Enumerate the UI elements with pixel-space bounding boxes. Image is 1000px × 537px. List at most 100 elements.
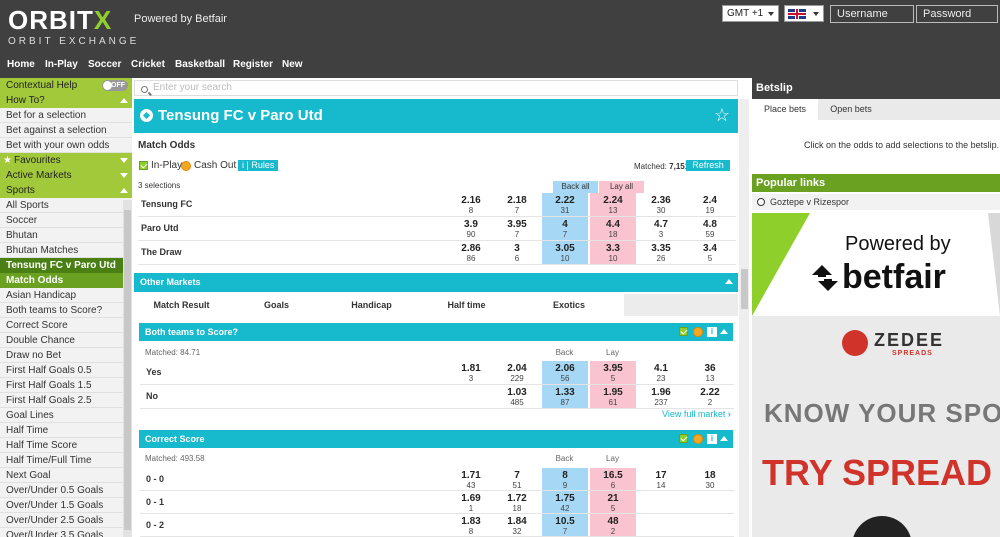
sidebar-scrollbar[interactable] bbox=[123, 200, 132, 537]
nav-new[interactable]: New bbox=[282, 59, 303, 70]
lay-odds-cell[interactable] bbox=[638, 491, 684, 513]
nav-cricket[interactable]: Cricket bbox=[131, 59, 165, 70]
sports-header[interactable]: Sports bbox=[0, 183, 132, 198]
sidebar-item-market[interactable]: Double Chance bbox=[0, 333, 132, 348]
sidebar-item-market[interactable]: Next Goal bbox=[0, 468, 132, 483]
sidebar-item-event[interactable]: Tensung FC v Paro Utd bbox=[0, 258, 132, 273]
back-odds-cell[interactable]: 3.95 7 bbox=[494, 217, 540, 240]
nav-register[interactable]: Register bbox=[233, 59, 273, 70]
sidebar-item-bhutan[interactable]: Bhutan bbox=[0, 228, 132, 243]
back-odds-cell[interactable]: 7 51 bbox=[494, 468, 540, 490]
sidebar-item-all-sports[interactable]: All Sports bbox=[0, 198, 132, 213]
lay-odds-cell[interactable]: 1.96 237 bbox=[638, 385, 684, 408]
active-markets-header[interactable]: Active Markets bbox=[0, 168, 132, 183]
back-odds-cell[interactable]: 1.75 42 bbox=[542, 491, 588, 513]
back-odds-cell[interactable]: 1.81 3 bbox=[448, 361, 494, 384]
lay-odds-cell[interactable]: 4.1 23 bbox=[638, 361, 684, 384]
contextual-help-row[interactable]: Contextual Help OFF bbox=[0, 78, 132, 93]
view-full-market-link[interactable]: View full market › bbox=[662, 409, 731, 419]
info-icon[interactable]: i bbox=[707, 327, 717, 337]
lay-odds-cell[interactable]: 1.95 61 bbox=[590, 385, 636, 408]
sidebar-item-market[interactable]: Asian Handicap bbox=[0, 288, 132, 303]
back-odds-cell[interactable]: 2.04 229 bbox=[494, 361, 540, 384]
sidebar-item-market[interactable]: Half Time Score bbox=[0, 438, 132, 453]
sidebar-item-market[interactable]: Draw no Bet bbox=[0, 348, 132, 363]
lay-odds-cell[interactable]: 4.8 59 bbox=[687, 217, 733, 240]
username-input[interactable] bbox=[830, 5, 914, 23]
timezone-select[interactable]: GMT +1 bbox=[722, 5, 779, 22]
favourites-header[interactable]: ★ Favourites bbox=[0, 153, 132, 168]
lay-odds-cell[interactable]: 3.3 10 bbox=[590, 241, 636, 264]
sidebar-item-market[interactable]: First Half Goals 2.5 bbox=[0, 393, 132, 408]
lay-odds-cell[interactable]: 48 2 bbox=[590, 514, 636, 536]
sidebar-item-bet-against[interactable]: Bet against a selection bbox=[0, 123, 132, 138]
sidebar-item-own-odds[interactable]: Bet with your own odds bbox=[0, 138, 132, 153]
back-odds-cell[interactable]: 3.05 10 bbox=[542, 241, 588, 264]
info-icon[interactable]: i bbox=[707, 434, 717, 444]
other-markets-bar[interactable]: Other Markets bbox=[134, 273, 738, 292]
lay-odds-cell[interactable]: 4.4 18 bbox=[590, 217, 636, 240]
btts-bar[interactable]: Both teams to Score? i bbox=[139, 323, 733, 341]
back-odds-cell[interactable]: 2.16 8 bbox=[448, 193, 494, 216]
back-odds-cell[interactable]: 2.86 86 bbox=[448, 241, 494, 264]
back-odds-cell[interactable]: 1.71 43 bbox=[448, 468, 494, 490]
tab-goals[interactable]: Goals bbox=[229, 294, 324, 316]
search-input[interactable]: Enter your search bbox=[134, 80, 738, 96]
favourite-star-icon[interactable]: ☆ bbox=[714, 105, 730, 125]
scrollbar-thumb[interactable] bbox=[741, 269, 748, 309]
sidebar-item-market[interactable]: Half Time bbox=[0, 423, 132, 438]
back-odds-cell[interactable] bbox=[448, 385, 494, 408]
tab-half-time[interactable]: Half time bbox=[419, 294, 514, 316]
password-input[interactable] bbox=[916, 5, 998, 23]
sidebar-item-market[interactable]: Goal Lines bbox=[0, 408, 132, 423]
tab-match-result[interactable]: Match Result bbox=[134, 294, 229, 316]
sidebar-item-market[interactable]: Over/Under 1.5 Goals bbox=[0, 498, 132, 513]
sidebar-item-market[interactable]: First Half Goals 0.5 bbox=[0, 363, 132, 378]
nav-soccer[interactable]: Soccer bbox=[88, 59, 121, 70]
lay-odds-cell[interactable]: 2.36 30 bbox=[638, 193, 684, 216]
lay-odds-cell[interactable]: 2.4 19 bbox=[687, 193, 733, 216]
orbit-logo[interactable]: ORBITX ORBIT EXCHANGE bbox=[8, 6, 139, 47]
sidebar-item-market[interactable]: Both teams to Score? bbox=[0, 303, 132, 318]
tab-open-bets[interactable]: Open bets bbox=[818, 99, 884, 120]
back-odds-cell[interactable]: 3.9 90 bbox=[448, 217, 494, 240]
how-to-header[interactable]: How To? bbox=[0, 93, 132, 108]
sidebar-item-match-odds[interactable]: Match Odds bbox=[0, 273, 132, 288]
nav-basketball[interactable]: Basketball bbox=[175, 59, 225, 70]
tab-exotics[interactable]: Exotics bbox=[514, 294, 624, 316]
lay-odds-cell[interactable] bbox=[687, 514, 733, 536]
lay-odds-cell[interactable]: 18 30 bbox=[687, 468, 733, 490]
lay-odds-cell[interactable]: 2.24 13 bbox=[590, 193, 636, 216]
rules-button[interactable]: i | Rules bbox=[238, 160, 279, 171]
sidebar-item-market[interactable]: Over/Under 0.5 Goals bbox=[0, 483, 132, 498]
back-odds-cell[interactable]: 2.18 7 bbox=[494, 193, 540, 216]
lay-odds-cell[interactable]: 3.35 26 bbox=[638, 241, 684, 264]
sidebar-item-bhutan-matches[interactable]: Bhutan Matches bbox=[0, 243, 132, 258]
back-odds-cell[interactable]: 1.72 18 bbox=[494, 491, 540, 513]
lay-odds-cell[interactable] bbox=[638, 514, 684, 536]
sidebar-item-market[interactable]: Half Time/Full Time bbox=[0, 453, 132, 468]
zedee-ad[interactable]: ZEDEE SPREADS KNOW YOUR SPORT TRY SPREAD bbox=[752, 316, 1000, 537]
back-odds-cell[interactable]: 89 bbox=[542, 468, 588, 490]
back-odds-cell[interactable]: 1.03 485 bbox=[494, 385, 540, 408]
lay-odds-cell[interactable] bbox=[687, 491, 733, 513]
scrollbar-thumb[interactable] bbox=[124, 210, 131, 530]
contextual-help-toggle[interactable]: OFF bbox=[102, 80, 128, 91]
lay-odds-cell[interactable]: 4.7 3 bbox=[638, 217, 684, 240]
nav-inplay[interactable]: In-Play bbox=[45, 59, 78, 70]
back-odds-cell[interactable]: 2.06 56 bbox=[542, 361, 588, 384]
refresh-button[interactable]: Refresh bbox=[686, 160, 730, 171]
correct-score-bar[interactable]: Correct Score i bbox=[139, 430, 733, 448]
sidebar-item-bet-for[interactable]: Bet for a selection bbox=[0, 108, 132, 123]
back-odds-cell[interactable]: 10.5 7 bbox=[542, 514, 588, 536]
back-odds-cell[interactable]: 1.69 1 bbox=[448, 491, 494, 513]
language-select[interactable] bbox=[784, 5, 824, 22]
lay-odds-cell[interactable]: 16.5 6 bbox=[590, 468, 636, 490]
back-odds-cell[interactable]: 1.83 8 bbox=[448, 514, 494, 536]
sidebar-item-market[interactable]: First Half Goals 1.5 bbox=[0, 378, 132, 393]
sidebar-item-market[interactable]: Over/Under 2.5 Goals bbox=[0, 513, 132, 528]
back-odds-cell[interactable]: 2.22 31 bbox=[542, 193, 588, 216]
lay-all-button[interactable]: Lay all bbox=[599, 181, 644, 193]
back-odds-cell[interactable]: 1.33 87 bbox=[542, 385, 588, 408]
sidebar-item-market[interactable]: Over/Under 3.5 Goals bbox=[0, 528, 132, 537]
